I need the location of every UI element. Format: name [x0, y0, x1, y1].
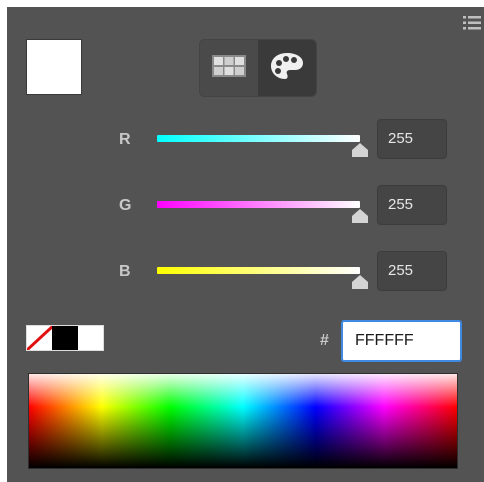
slider-track-r[interactable] [157, 135, 360, 142]
color-panel: R 255 G 255 B 255 # [7, 7, 484, 482]
hex-hash-label: # [320, 332, 329, 349]
mode-toggle [199, 39, 317, 97]
channel-row-r: R 255 [107, 119, 452, 161]
channel-row-b: B 255 [107, 251, 452, 293]
slider-track-g[interactable] [157, 201, 360, 208]
channel-label-g: G [119, 197, 132, 214]
color-spectrum[interactable] [28, 373, 458, 469]
none-swatch[interactable] [27, 326, 53, 350]
panel-menu-icon[interactable] [462, 15, 482, 31]
current-color-preview[interactable] [26, 39, 82, 95]
black-swatch[interactable] [52, 326, 78, 350]
channel-row-g: G 255 [107, 185, 452, 227]
slider-thumb-b[interactable] [352, 275, 368, 289]
swatch-grid-icon [212, 54, 246, 82]
slider-thumb-g[interactable] [352, 209, 368, 223]
value-input-r[interactable]: 255 [377, 119, 447, 159]
slider-thumb-r[interactable] [352, 143, 368, 157]
quick-swatches [26, 325, 104, 351]
swatch-grid-button[interactable] [200, 40, 258, 96]
value-input-b[interactable]: 255 [377, 251, 447, 291]
value-input-g[interactable]: 255 [377, 185, 447, 225]
color-wheel-button[interactable] [258, 40, 316, 96]
white-swatch[interactable] [77, 326, 103, 350]
hex-input[interactable] [341, 320, 462, 362]
channel-label-b: B [119, 263, 131, 280]
palette-icon [269, 51, 305, 86]
slider-track-b[interactable] [157, 267, 360, 274]
channel-label-r: R [119, 131, 131, 148]
